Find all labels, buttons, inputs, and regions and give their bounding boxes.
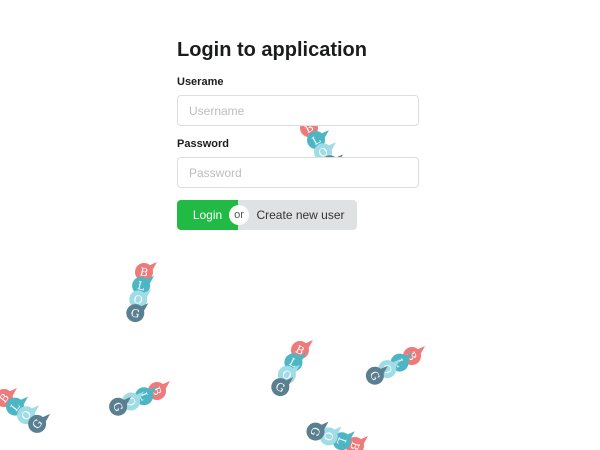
create-user-button[interactable]: Create new user (238, 200, 357, 230)
blog-bubble-chain: BLOG (109, 381, 170, 416)
button-group: Login or Create new user (177, 200, 419, 230)
login-form: Login to application Userame Password Lo… (177, 38, 419, 230)
blog-bubble-chain: BLOG (0, 388, 51, 433)
username-input[interactable] (177, 95, 419, 126)
page-title: Login to application (177, 39, 367, 61)
blog-bubble-chain: BLOG (306, 421, 368, 450)
password-field-group: Password (177, 138, 419, 188)
login-page: BLOGBLOGBLOGBLOGBLOGBLOGBLOG Login to ap… (0, 0, 600, 450)
password-label: Password (177, 138, 229, 150)
username-field-group: Userame (177, 76, 419, 126)
blog-bubble-chain: BLOG (271, 340, 313, 397)
blog-bubble-icon: G (271, 377, 294, 397)
password-input[interactable] (177, 157, 419, 188)
username-label: Userame (177, 76, 224, 88)
blog-bubble-icon: G (126, 303, 149, 323)
blog-bubble-chain: BLOG (126, 262, 157, 323)
blog-bubble-chain: BLOG (365, 346, 425, 385)
or-divider: or (229, 205, 249, 225)
